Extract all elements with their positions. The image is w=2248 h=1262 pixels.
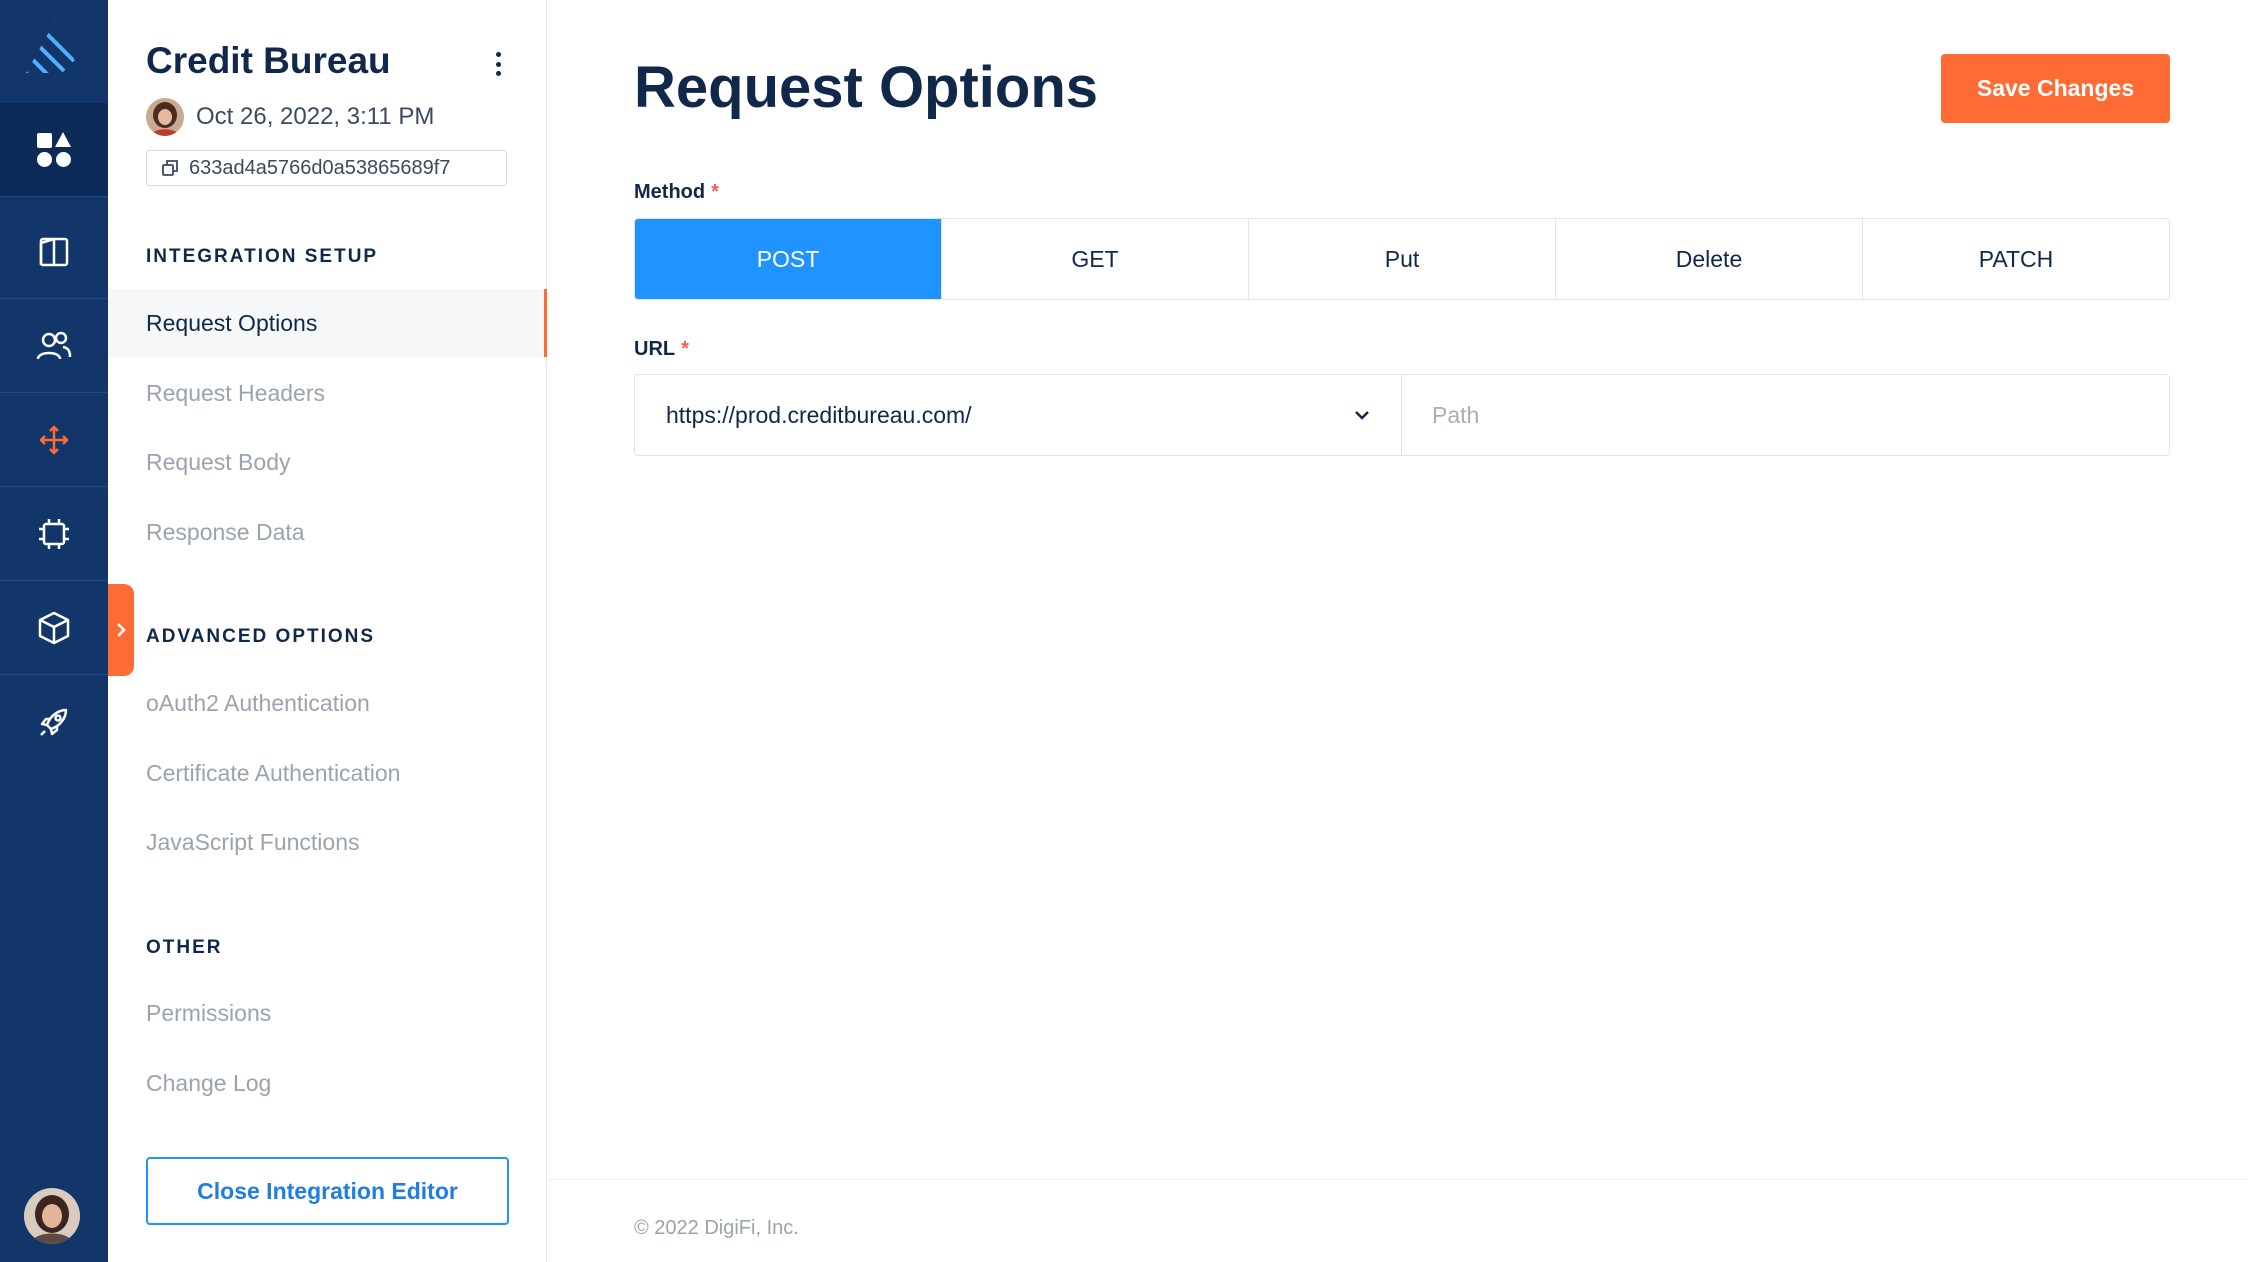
integration-sidebar: Credit Bureau Oct 26, 2022, 3:11 PM 633a… <box>108 0 547 1262</box>
base-url-select[interactable]: https://prod.creditbureau.com/ <box>635 375 1402 455</box>
required-mark: * <box>681 338 689 360</box>
section-integration-setup: INTEGRATION SETUP <box>146 246 379 267</box>
rail-docs[interactable] <box>0 205 108 299</box>
apps-icon <box>37 131 71 167</box>
url-label: URL * <box>634 338 689 361</box>
url-label-text: URL <box>634 338 676 360</box>
sidebar-item-request-headers[interactable]: Request Headers <box>108 359 547 427</box>
rocket-icon <box>40 708 68 736</box>
method-get-button[interactable]: GET <box>942 219 1249 299</box>
rail-apps[interactable] <box>0 103 108 197</box>
box-icon <box>38 611 70 644</box>
chevron-down-icon <box>1355 411 1369 420</box>
method-delete-button[interactable]: Delete <box>1556 219 1863 299</box>
section-advanced-options: ADVANCED OPTIONS <box>146 626 376 647</box>
page-title: Request Options <box>634 55 1099 120</box>
more-options-icon[interactable] <box>486 48 510 80</box>
integration-title: Credit Bureau <box>146 40 391 81</box>
sidebar-item-certificate-auth[interactable]: Certificate Authentication <box>108 739 547 807</box>
section-other: OTHER <box>146 937 223 958</box>
rail-users[interactable] <box>0 299 108 393</box>
url-field-group: https://prod.creditbureau.com/ <box>634 374 2170 456</box>
rail-integrations[interactable] <box>0 393 108 487</box>
avatar-icon <box>146 98 184 136</box>
rail-launch[interactable] <box>0 675 108 769</box>
icon-rail <box>0 0 108 1262</box>
method-put-button[interactable]: Put <box>1249 219 1556 299</box>
chip-icon <box>39 518 69 549</box>
author-avatar <box>146 98 184 136</box>
rail-products[interactable] <box>0 581 108 675</box>
rail-processing[interactable] <box>0 487 108 581</box>
collapse-sidebar-toggle[interactable] <box>108 584 134 676</box>
copy-icon <box>162 160 178 176</box>
method-label: Method * <box>634 181 719 204</box>
sidebar-item-change-log[interactable]: Change Log <box>108 1049 547 1117</box>
method-selector: POST GET Put Delete PATCH <box>634 218 2170 300</box>
footer: © 2022 DigiFi, Inc. <box>548 1179 2248 1262</box>
integrations-icon <box>39 424 69 455</box>
sidebar-item-request-options[interactable]: Request Options <box>108 289 547 357</box>
chevron-right-icon <box>117 623 126 637</box>
method-post-button[interactable]: POST <box>635 219 942 299</box>
sidebar-item-javascript-functions[interactable]: JavaScript Functions <box>108 808 547 876</box>
user-avatar[interactable] <box>24 1188 80 1244</box>
logo[interactable] <box>0 0 108 96</box>
main-content: Request Options Save Changes Method * POS… <box>548 0 2248 1262</box>
sidebar-item-response-data[interactable]: Response Data <box>108 498 547 566</box>
sidebar-item-oauth2[interactable]: oAuth2 Authentication <box>108 669 547 737</box>
integration-id: 633ad4a5766d0a53865689f7 <box>189 156 451 179</box>
book-icon <box>39 237 69 266</box>
method-label-text: Method <box>634 181 706 203</box>
digifi-logo-icon <box>26 23 82 73</box>
close-integration-editor-button[interactable]: Close Integration Editor <box>146 1157 509 1225</box>
base-url-value: https://prod.creditbureau.com/ <box>666 401 972 428</box>
integration-id-copy[interactable]: 633ad4a5766d0a53865689f7 <box>146 150 507 186</box>
required-mark: * <box>711 181 719 203</box>
updated-date: Oct 26, 2022, 3:11 PM <box>196 103 435 130</box>
copyright-text: © 2022 DigiFi, Inc. <box>634 1217 799 1239</box>
users-icon <box>36 331 72 359</box>
path-input[interactable] <box>1402 375 2169 455</box>
save-changes-button[interactable]: Save Changes <box>1941 54 2170 123</box>
sidebar-item-request-body[interactable]: Request Body <box>108 428 547 496</box>
method-patch-button[interactable]: PATCH <box>1863 219 2169 299</box>
avatar-icon <box>24 1188 80 1244</box>
sidebar-item-permissions[interactable]: Permissions <box>108 979 547 1047</box>
